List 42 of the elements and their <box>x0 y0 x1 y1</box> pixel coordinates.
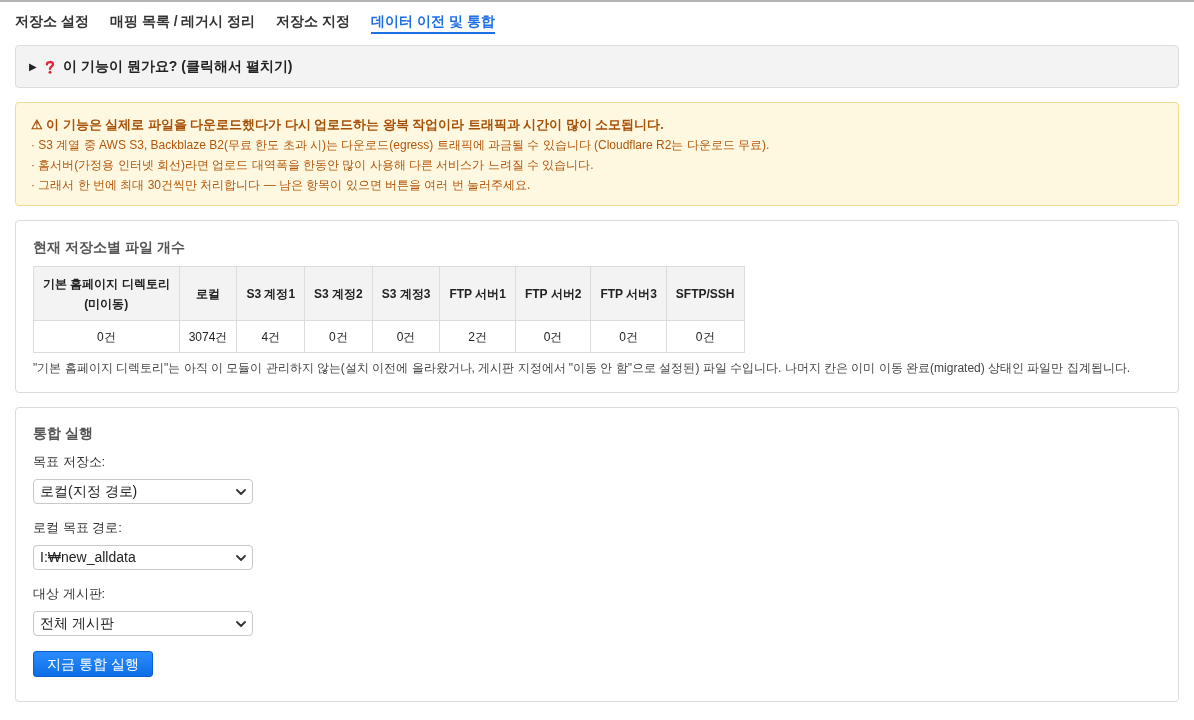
tab[interactable]: 데이터 이전 및 통합 <box>371 10 495 34</box>
question-icon <box>45 59 55 74</box>
tab[interactable]: 저장소 지정 <box>276 10 351 34</box>
field-label: 로컬 목표 경로: <box>33 519 123 537</box>
chevron-down-icon <box>236 488 246 495</box>
table-cell: 0건 <box>590 320 667 353</box>
column-header: SFTP/SSH <box>666 266 745 321</box>
select-field[interactable]: I:₩new_alldata <box>33 545 253 570</box>
chevron-down-icon <box>236 554 246 561</box>
table-cell: 4건 <box>236 320 305 353</box>
table-cell: 0건 <box>515 320 591 353</box>
warning-title: ⚠ 이 기능은 실제로 파일을 다운로드했다가 다시 업로드하는 왕복 작업이라 트래픽과 시간이 많이 소모됩니다. <box>31 117 665 134</box>
disclosure-marker[interactable]: ▶ <box>29 59 37 74</box>
section-title: 현재 저장소별 파일 개수 <box>33 238 186 257</box>
field-label: 대상 게시판: <box>33 585 107 603</box>
select-field[interactable]: 로컬(지정 경로) <box>33 479 253 504</box>
table-note: "기본 홈페이지 디렉토리"는 아직 이 모듈이 관리하지 않는(설치 이전에 올라왔거나, 게시판 지정에서 "이동 안 함"으로 설정된) 파일 수입니다. 나머지 칸은 이미 이동 완료(migrated) 상태인 파일만 집계됩니다. <box>33 360 1132 377</box>
column-header: S3 계정1 <box>236 266 305 321</box>
column-header: FTP 서버2 <box>515 266 591 321</box>
warning-text: · 그래서 한 번에 최대 30건씩만 처리합니다 — 남은 항목이 있으면 버튼을 여러 번 눌러주세요. <box>31 177 532 194</box>
run-button[interactable]: 지금 통합 실행 <box>33 651 153 677</box>
section-title: 통합 실행 <box>33 424 94 443</box>
tab[interactable]: 저장소 설정 <box>15 10 89 34</box>
help-toggle-link[interactable]: 이 기능이 뭔가요? (클릭해서 펼치기) <box>63 56 293 77</box>
column-header: 로컬 <box>179 266 237 321</box>
table-cell: 0건 <box>666 320 745 353</box>
column-header: S3 계정3 <box>372 266 440 321</box>
column-header: FTP 서버1 <box>439 266 516 321</box>
select-field[interactable]: 전체 게시판 <box>33 611 253 636</box>
warning-text: · 홈서버(가정용 인터넷 회선)라면 업로드 대역폭을 한동안 많이 사용해 다른 서비스가 느려질 수 있습니다. <box>31 157 595 174</box>
column-header: S3 계정2 <box>304 266 373 321</box>
table-cell: 2건 <box>439 320 516 353</box>
table-cell: 0건 <box>372 320 440 353</box>
table-cell: 0건 <box>33 320 180 353</box>
column-header: 기본 홈페이지 디렉토리 (미이동) <box>33 266 180 321</box>
table-cell: 0건 <box>304 320 373 353</box>
column-header: FTP 서버3 <box>590 266 667 321</box>
table-cell: 3074건 <box>179 320 237 353</box>
field-label: 목표 저장소: <box>33 453 107 471</box>
chevron-down-icon <box>236 620 246 627</box>
warning-text: · S3 계열 중 AWS S3, Backblaze B2(무료 한도 초과 시)는 다운로드(egress) 트래픽에 과금될 수 있습니다 (Cloudflare R2는 다운로드 무료). <box>31 137 771 154</box>
tab[interactable]: 매핑 목록 / 레거시 정리 <box>109 10 256 34</box>
